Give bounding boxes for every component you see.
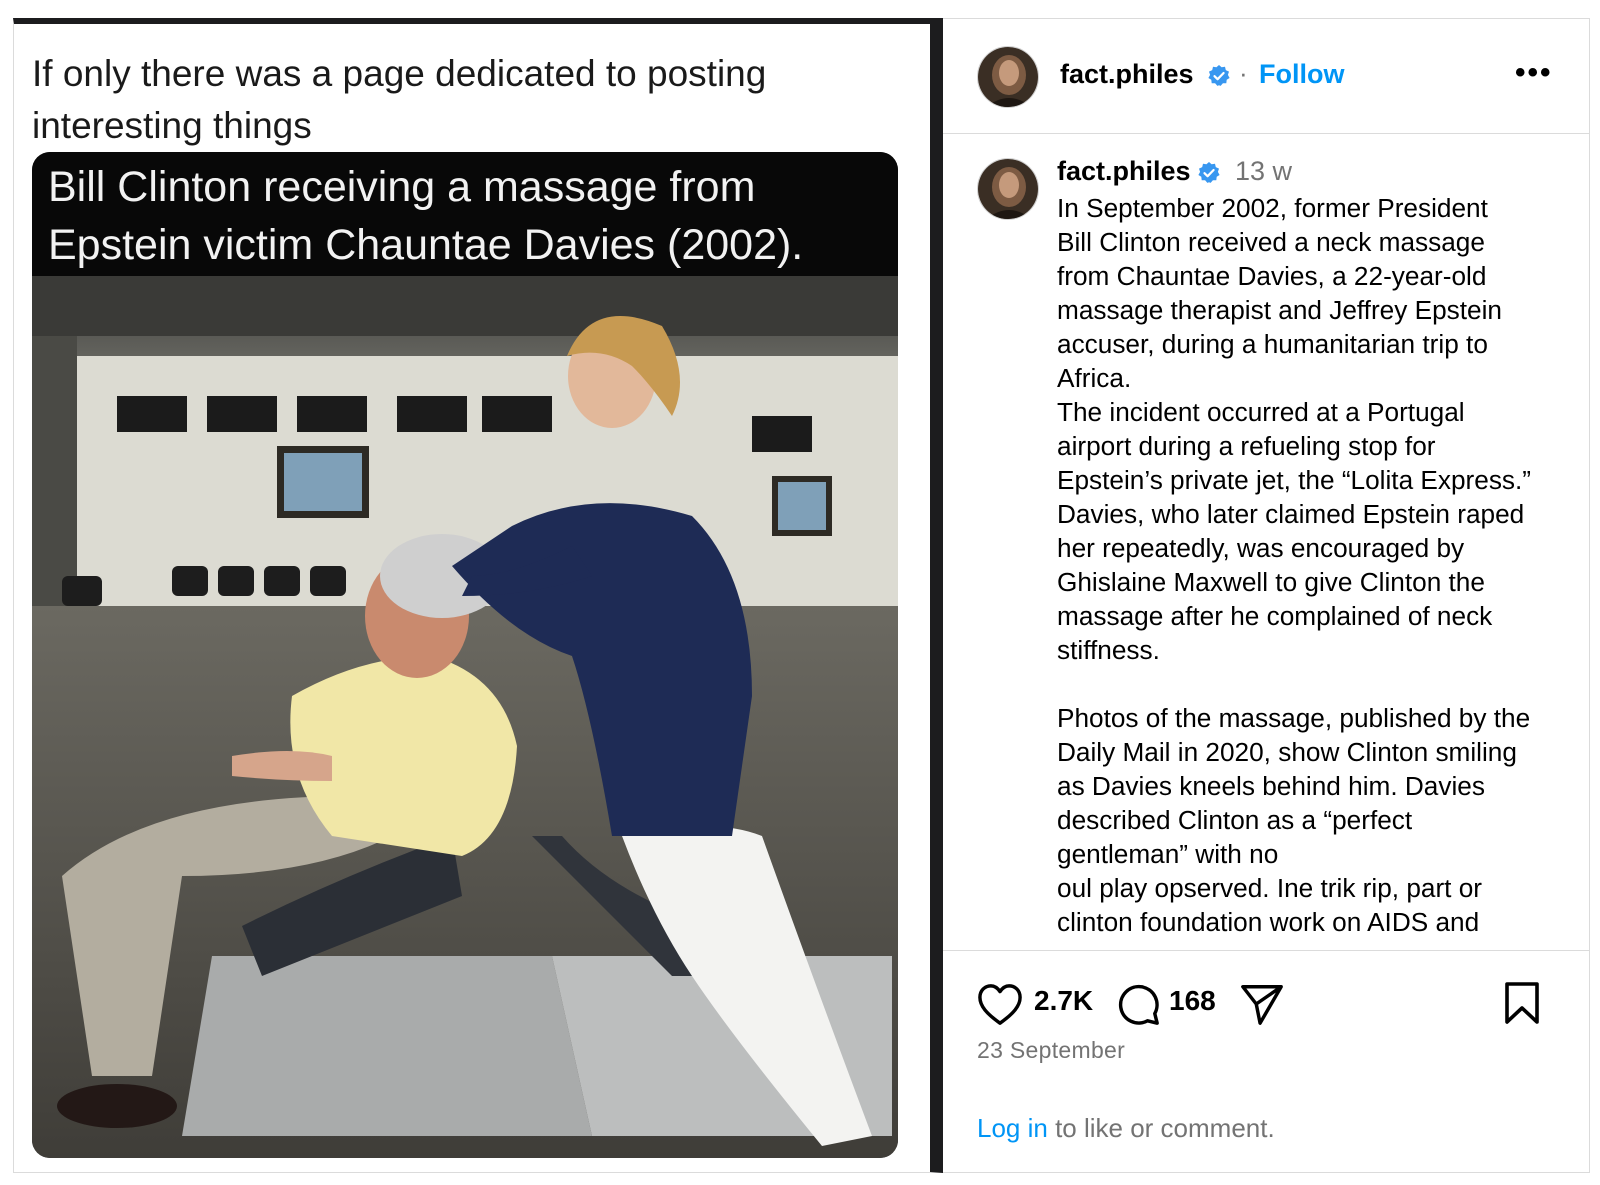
login-link[interactable]: Log in	[977, 1113, 1048, 1143]
action-bar: 2.7K 168 23 September Log in to like or …	[943, 950, 1589, 1173]
login-suffix: to like or comment.	[1047, 1113, 1275, 1143]
share-icon[interactable]	[1239, 981, 1285, 1027]
heart-icon[interactable]	[977, 983, 1023, 1027]
verified-badge-icon	[1198, 162, 1220, 183]
caption-area[interactable]: fact.philes 13 w In September 2002, form…	[943, 134, 1589, 950]
caption-text: In September 2002, former President Bill…	[1057, 193, 1532, 937]
avatar[interactable]	[977, 46, 1039, 108]
meme-image: Bill Clinton receiving a massage from Ep…	[32, 152, 898, 1158]
login-prompt: Log in to like or comment.	[977, 1113, 1275, 1144]
follow-button[interactable]: Follow	[1259, 59, 1344, 90]
post-time-ago[interactable]: 13 w	[1235, 156, 1292, 187]
post-header: fact.philes · Follow •••	[943, 18, 1589, 134]
more-options-icon[interactable]: •••	[1515, 56, 1553, 90]
comment-count[interactable]: 168	[1169, 985, 1216, 1017]
tweet-text: If only there was a page dedicated to po…	[32, 53, 767, 146]
comment-icon[interactable]	[1115, 981, 1161, 1027]
separator-dot: ·	[1239, 58, 1248, 88]
bookmark-icon[interactable]	[1503, 981, 1541, 1025]
post-media[interactable]: If only there was a page dedicated to po…	[13, 18, 943, 1173]
verified-badge-icon	[1208, 65, 1230, 86]
massage-photo	[32, 276, 898, 1158]
caption-username[interactable]: fact.philes	[1057, 156, 1191, 187]
post-date[interactable]: 23 September	[977, 1037, 1125, 1064]
meme-caption: Bill Clinton receiving a massage from Ep…	[32, 152, 898, 276]
post-panel: fact.philes · Follow ••• fact.philes 13 …	[943, 18, 1589, 1173]
caption-avatar[interactable]	[977, 158, 1039, 220]
like-count[interactable]: 2.7K	[1034, 985, 1093, 1017]
header-username[interactable]: fact.philes	[1060, 59, 1194, 90]
